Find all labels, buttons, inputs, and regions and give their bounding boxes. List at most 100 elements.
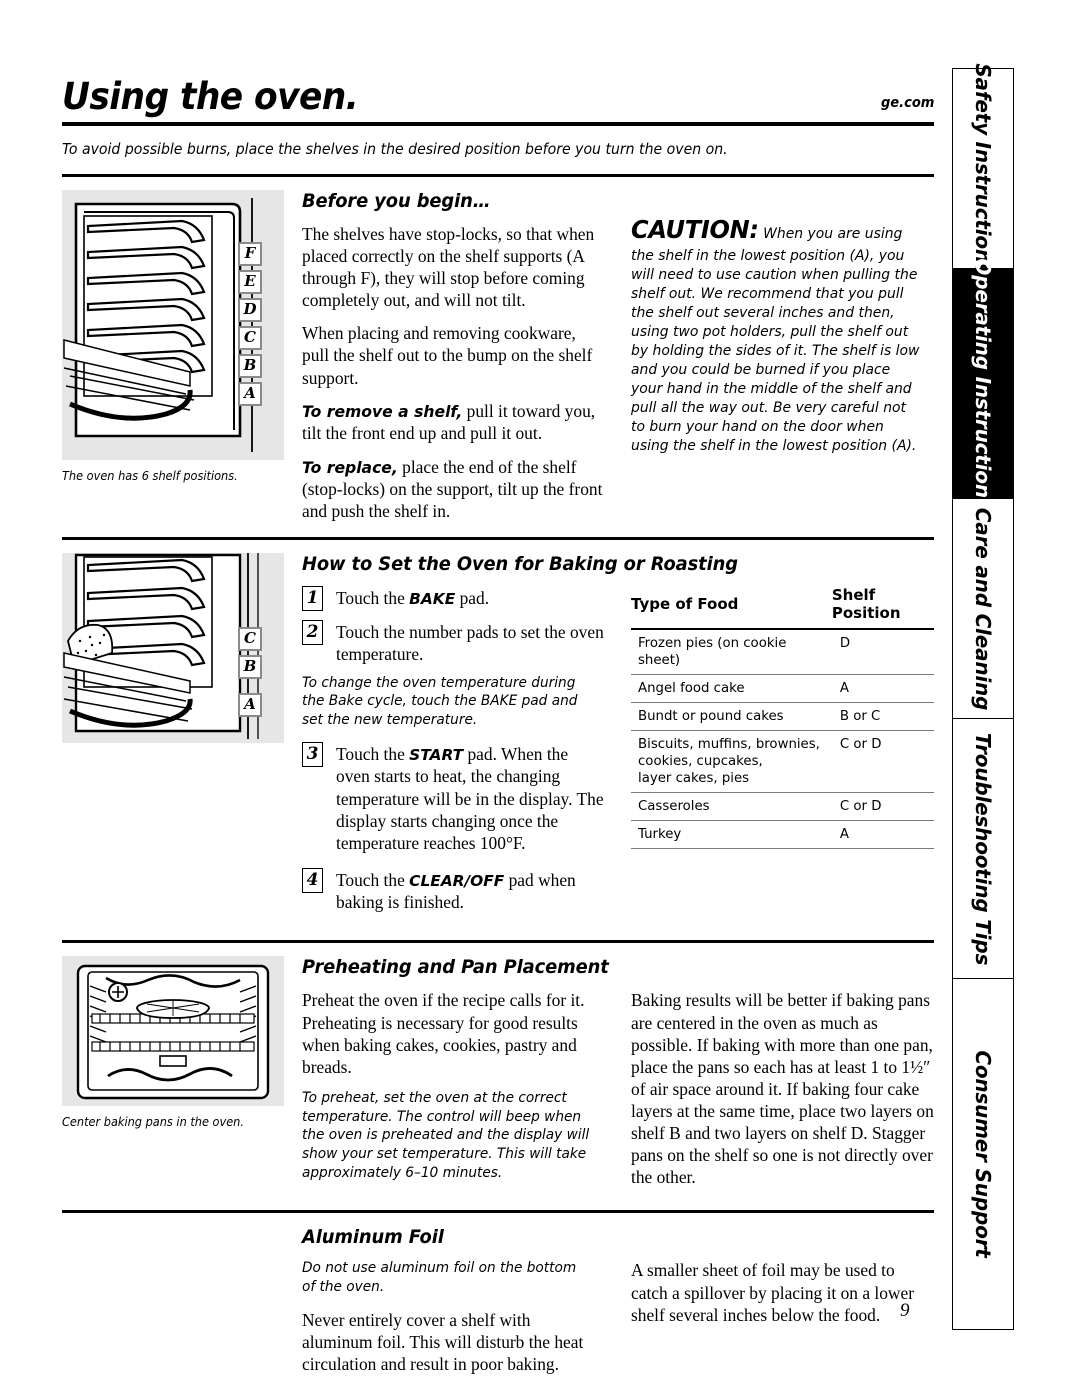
tab-label-troubleshooting-tips: Troubleshooting Tips (971, 732, 995, 965)
tab-operating-instructions[interactable]: Operating Instructions (952, 258, 1014, 509)
section-baking-roasting: C B A How to Set the Oven for Baking or … (62, 540, 934, 923)
step-4-pre: Touch the (336, 869, 410, 890)
food-table-column: Type of Food Shelf Position Frozen pies … (631, 585, 934, 923)
food-position: A (821, 674, 934, 703)
step-number-4: 4 (302, 867, 323, 893)
oven-shelf-positions-illustration: F E D C B A (62, 190, 284, 460)
before-paragraph-3: To remove a shelf, pull it toward you, t… (302, 400, 605, 445)
brand-url: ge.com (880, 95, 934, 111)
page-header: Using the oven. ge.com (62, 78, 934, 115)
step-text-3: Touch the START pad. When the oven start… (336, 742, 605, 854)
aluminum-foil-note: Do not use aluminum foil on the bottom o… (302, 1260, 577, 1296)
heading-preheating: Preheating and Pan Placement (302, 956, 609, 979)
shelf-label-b: B (238, 354, 262, 378)
step-3: 3 Touch the START pad. When the oven sta… (302, 741, 605, 854)
step-2: 2 Touch the number pads to set the oven … (302, 619, 605, 665)
aluminum-foil-spacer (62, 1226, 294, 1375)
oven-lower-shelf-illustration: C B A (62, 552, 284, 743)
preheating-paragraph-2: Baking results will be better if baking … (631, 990, 934, 1188)
tab-troubleshooting-tips[interactable]: Troubleshooting Tips (952, 718, 1014, 978)
food-name: Casseroles (631, 792, 822, 821)
shelf-label-lower-b: B (238, 654, 262, 679)
caution-text: When you are using the shelf in the lowe… (631, 226, 920, 454)
table-header-row: Type of Food Shelf Position (631, 585, 934, 630)
food-name: Biscuits, muffins, brownies, cookies, cu… (631, 730, 822, 793)
shelf-label-c: C (238, 326, 262, 350)
preheating-text: Preheating and Pan Placement Preheat the… (294, 956, 934, 1194)
step-1: 1 Touch the BAKE pad. (302, 585, 605, 611)
before-you-begin-text: Before you begin… The shelves have stop-… (294, 190, 934, 523)
tab-label-consumer-support: Consumer Support (971, 1050, 995, 1258)
baking-note: To change the oven temperature during th… (302, 674, 578, 729)
baking-steps: 1 Touch the BAKE pad. 2 Touch the number… (302, 585, 605, 914)
food-name: Frozen pies (on cookie sheet) (631, 628, 822, 675)
tab-label-safety-instructions: Safety Instructions (971, 62, 995, 275)
shelf-label-d: D (238, 298, 262, 322)
remove-shelf-lead: To remove a shelf, (302, 402, 463, 421)
figure-caption-shelf-positions: The oven has 6 shelf positions. (62, 469, 238, 483)
table-row: Biscuits, muffins, brownies, cookies, cu… (631, 730, 934, 793)
table-row: Bundt or pound cakes B or C (631, 702, 934, 731)
tab-label-operating-instructions: Operating Instructions (971, 257, 995, 510)
step-number-2: 2 (302, 619, 323, 645)
baking-steps-column: 1 Touch the BAKE pad. 2 Touch the number… (302, 585, 605, 923)
food-position: D (821, 628, 934, 675)
preheating-note: To preheat, set the oven at the correct … (302, 1089, 590, 1181)
oven-front-view-illustration (62, 956, 284, 1107)
tab-safety-instructions[interactable]: Safety Instructions (952, 63, 1014, 274)
food-position: C or D (821, 730, 934, 793)
table-row: Angel food cake A (631, 674, 934, 703)
step-3-pre: Touch the (336, 743, 410, 764)
shelf-label-lower-a: A (238, 692, 262, 717)
shelf-letter-labels: F E D C B A (238, 242, 262, 406)
tab-label-care-and-cleaning: Care and Cleaning (971, 507, 995, 710)
shelf-label-f: F (238, 242, 262, 266)
step-4: 4 Touch the CLEAR/OFF pad when baking is… (302, 867, 605, 914)
start-pad-label: START (409, 745, 464, 764)
heading-before-you-begin: Before you begin… (302, 190, 491, 212)
food-position: B or C (821, 702, 934, 731)
column-header-position: Shelf Position (821, 585, 934, 630)
tab-consumer-support[interactable]: Consumer Support (952, 978, 1014, 1330)
step-number-1: 1 (302, 585, 323, 611)
page-number: 9 (900, 1300, 910, 1321)
before-paragraph-2: When placing and removing cookware, pull… (302, 323, 593, 388)
step-text-4: Touch the CLEAR/OFF pad when baking is f… (336, 868, 605, 914)
step-text-1: Touch the BAKE pad. (336, 586, 489, 611)
replace-shelf-lead: To replace, (302, 458, 398, 477)
step-number-3: 3 (302, 741, 323, 767)
figure-shelf-positions: F E D C B A The oven has 6 shelf positio… (62, 190, 294, 523)
shelf-label-lower-c: C (238, 626, 262, 651)
table-row: Frozen pies (on cookie sheet) D (631, 628, 934, 675)
section-aluminum-foil: Aluminum Foil Do not use aluminum foil o… (62, 1213, 934, 1375)
aluminum-foil-paragraph-1: Never entirely cover a shelf with alumin… (302, 1309, 584, 1375)
before-paragraph-1: The shelves have stop-locks, so that whe… (302, 224, 595, 311)
baking-text: How to Set the Oven for Baking or Roasti… (294, 553, 934, 923)
page-title: Using the oven. (62, 75, 359, 118)
food-name: Bundt or pound cakes (631, 702, 822, 731)
before-paragraph-4: To replace, place the end of the shelf (… (302, 456, 605, 523)
heading-aluminum-foil: Aluminum Foil (302, 1226, 444, 1249)
section-tab-strip: Safety Instructions Operating Instructio… (952, 63, 1014, 1330)
section-preheating: Center baking pans in the oven. Preheati… (62, 943, 934, 1194)
clearoff-pad-label: CLEAR/OFF (409, 871, 505, 890)
aluminum-foil-paragraph-2: A smaller sheet of foil may be used to c… (631, 1260, 914, 1325)
bake-pad-label: BAKE (409, 589, 456, 608)
manual-page: Using the oven. ge.com To avoid possible… (0, 0, 1080, 1397)
tab-care-and-cleaning[interactable]: Care and Cleaning (952, 498, 1014, 718)
column-header-food: Type of Food (631, 585, 822, 630)
caution-box: CAUTION: When you are using the shelf in… (631, 190, 922, 456)
food-position: C or D (821, 792, 934, 821)
step-text-2: Touch the number pads to set the oven te… (336, 621, 604, 664)
step-1-post: pad. (455, 587, 490, 608)
preheating-paragraph-1: Preheat the oven if the recipe calls for… (302, 990, 585, 1077)
heading-baking-roasting: How to Set the Oven for Baking or Roasti… (302, 552, 738, 575)
intro-text: To avoid possible burns, place the shelv… (62, 140, 728, 158)
page-content: Using the oven. ge.com To avoid possible… (62, 78, 934, 1375)
caution-label: CAUTION: (631, 215, 759, 244)
header-rule (62, 122, 934, 126)
food-shelf-position-table: Type of Food Shelf Position Frozen pies … (631, 585, 934, 849)
food-name: Turkey (631, 820, 822, 849)
figure-caption-center-pans: Center baking pans in the oven. (62, 1115, 244, 1130)
table-row: Turkey A (631, 820, 934, 849)
